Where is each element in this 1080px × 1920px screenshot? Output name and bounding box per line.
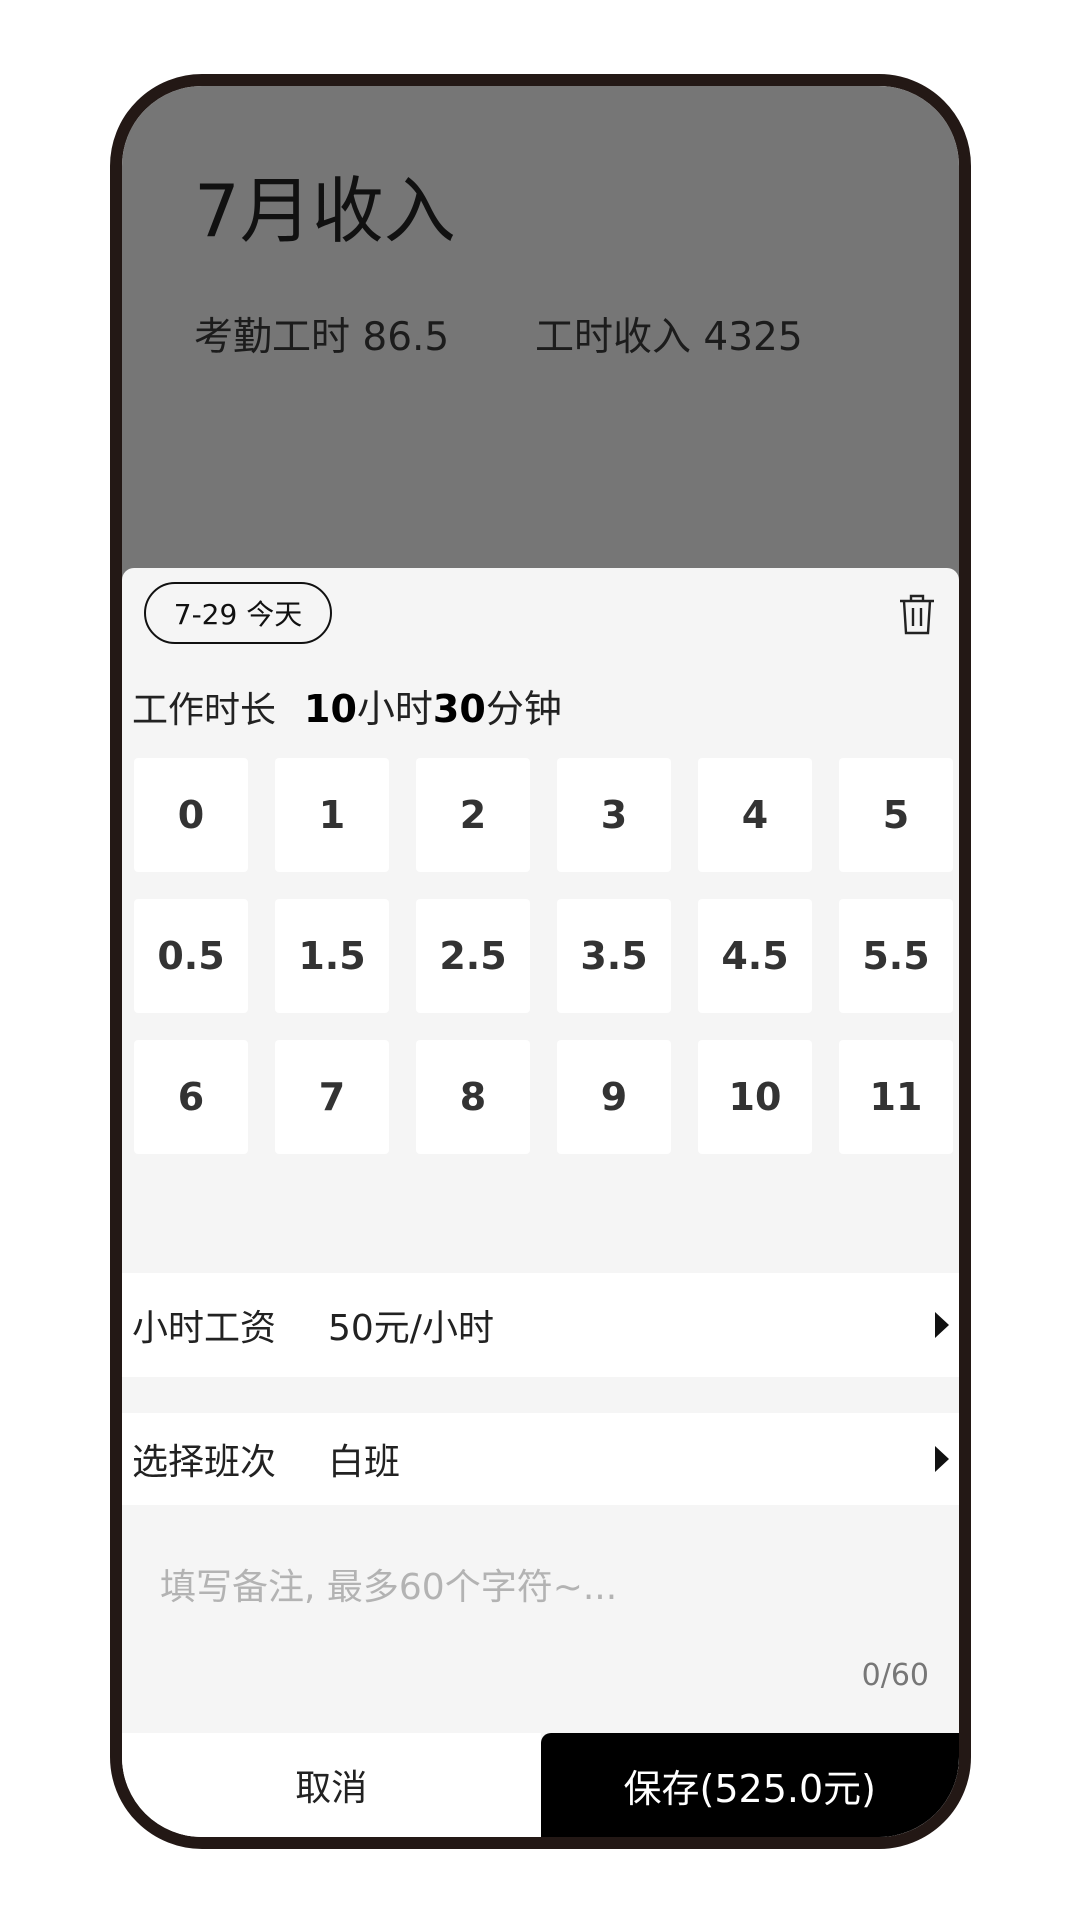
action-bar: 取消 保存(525.0元) [122,1733,959,1837]
hour-key-7[interactable]: 7 [275,1040,389,1154]
income-header: 7月收入 考勤工时 86.5 工时收入 4325 [122,86,959,586]
page-title: 7月收入 [194,169,456,253]
hours-keypad: 0 1 2 3 4 5 0.5 1.5 2.5 3.5 4.5 5.5 6 7 … [134,758,954,1154]
cancel-button[interactable]: 取消 [122,1733,541,1837]
hour-key-2-5[interactable]: 2.5 [416,899,530,1013]
attendance-hours-stat: 考勤工时 86.5 [194,315,450,360]
hour-key-8[interactable]: 8 [416,1040,530,1154]
hour-key-6[interactable]: 6 [134,1040,248,1154]
hour-key-2[interactable]: 2 [416,758,530,872]
date-chip[interactable]: 7-29 今天 [144,582,332,644]
hourly-wage-label: 小时工资 [132,1308,277,1349]
hourly-wage-value: 50元/小时 [328,1308,494,1349]
save-button[interactable]: 保存(525.0元) [540,1733,959,1837]
shift-label: 选择班次 [132,1442,277,1483]
duration-hours-unit: 小时 [356,687,433,731]
record-sheet: 7-29 今天 工作时长 10 小时 30 分钟 0 1 2 3 4 5 0.5 [122,568,959,1837]
duration-minutes-unit: 分钟 [485,687,562,731]
duration-minutes: 30 [432,687,486,731]
hour-key-10[interactable]: 10 [698,1040,812,1154]
hour-key-5-5[interactable]: 5.5 [839,899,953,1013]
hour-key-0-5[interactable]: 0.5 [134,899,248,1013]
notes-input[interactable]: 填写备注, 最多60个字符~... [160,1558,617,1610]
hour-key-9[interactable]: 9 [557,1040,671,1154]
notes-char-count: 0/60 [861,1658,929,1693]
duration-hours: 10 [304,687,357,731]
shift-value: 白班 [328,1442,401,1483]
hour-income-stat: 工时收入 4325 [535,315,803,360]
caret-right-icon [935,1312,949,1338]
shift-select-row[interactable]: 选择班次 白班 [122,1413,959,1505]
caret-right-icon [935,1446,949,1472]
hour-key-4-5[interactable]: 4.5 [698,899,812,1013]
duration-label: 工作时长 [132,690,277,731]
hour-key-11[interactable]: 11 [839,1040,953,1154]
hour-key-4[interactable]: 4 [698,758,812,872]
phone-frame: 7月收入 考勤工时 86.5 工时收入 4325 7-29 今天 工作时长 10… [110,74,971,1849]
hourly-wage-row[interactable]: 小时工资 50元/小时 [122,1273,959,1377]
work-duration: 工作时长 10 小时 30 分钟 [132,678,562,733]
hour-key-1[interactable]: 1 [275,758,389,872]
hour-key-1-5[interactable]: 1.5 [275,899,389,1013]
hour-key-3[interactable]: 3 [557,758,671,872]
hour-key-3-5[interactable]: 3.5 [557,899,671,1013]
hour-key-0[interactable]: 0 [134,758,248,872]
hour-key-5[interactable]: 5 [839,758,953,872]
trash-icon[interactable] [897,592,937,636]
